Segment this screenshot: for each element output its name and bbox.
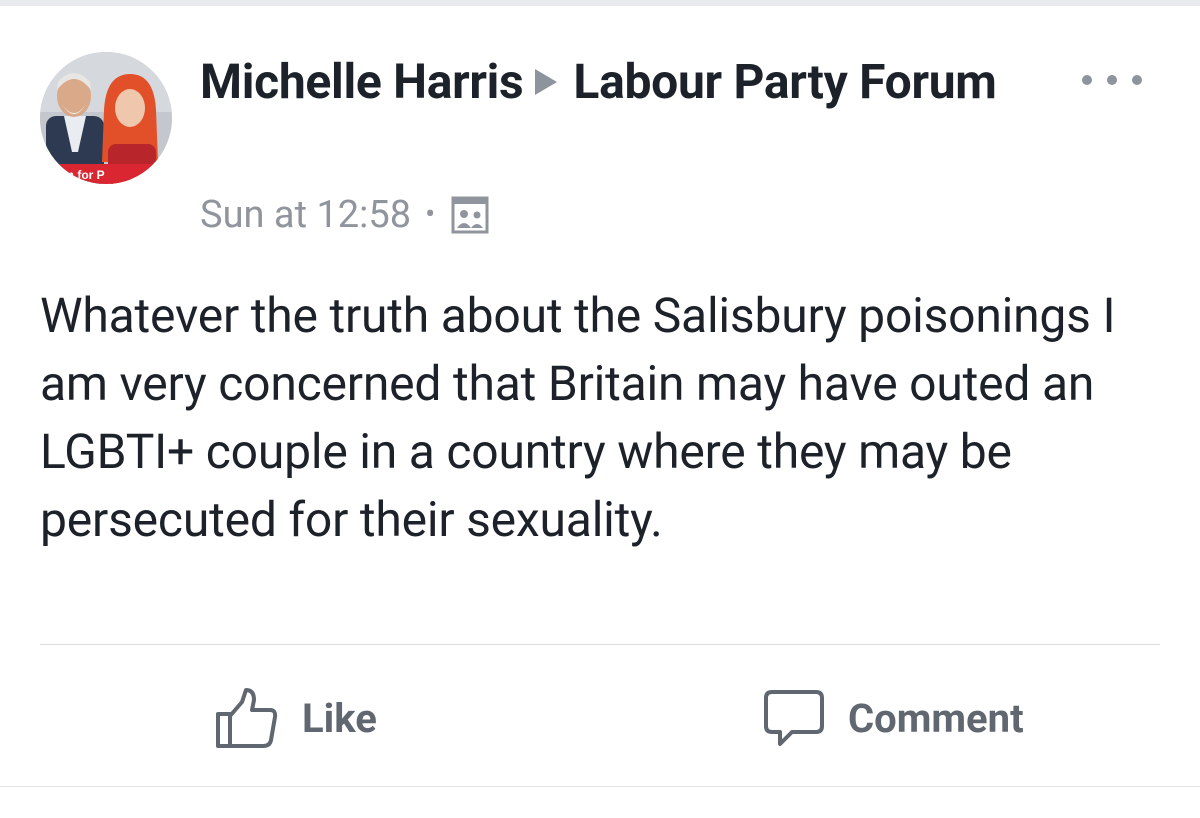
more-dot-icon bbox=[1107, 75, 1117, 85]
more-options-button[interactable] bbox=[1082, 68, 1142, 92]
photo-audience-icon bbox=[451, 196, 489, 234]
arrow-right-icon bbox=[535, 69, 558, 96]
thumbs-up-icon bbox=[216, 688, 278, 748]
post-text: Whatever the truth about the Salisbury p… bbox=[40, 287, 1116, 548]
avatar[interactable]: rbyn for P bbox=[40, 52, 172, 184]
avatar-photo: rbyn for P bbox=[40, 52, 172, 184]
like-button[interactable]: Like bbox=[214, 678, 377, 758]
divider bbox=[40, 644, 1160, 645]
author-name[interactable]: Michelle Harris bbox=[200, 53, 524, 110]
avatar-banner-text: rbyn for P bbox=[48, 168, 105, 182]
comment-button[interactable]: Comment bbox=[762, 678, 1024, 758]
more-dot-icon bbox=[1132, 75, 1142, 85]
comment-bubble-icon bbox=[764, 690, 824, 746]
meta-separator: • bbox=[425, 197, 436, 232]
like-label: Like bbox=[302, 694, 377, 742]
post-header: Michelle Harris Labour Party Forum bbox=[200, 52, 1000, 112]
post-meta: Sun at 12:58 • bbox=[200, 190, 489, 240]
timestamp[interactable]: Sun at 12:58 bbox=[200, 193, 411, 237]
comment-label: Comment bbox=[848, 694, 1024, 742]
group-name[interactable]: Labour Party Forum bbox=[573, 53, 996, 110]
more-dot-icon bbox=[1082, 75, 1092, 85]
post-card: rbyn for P Michelle Harris Labour Party F… bbox=[0, 6, 1200, 786]
next-post-area bbox=[0, 786, 1200, 818]
